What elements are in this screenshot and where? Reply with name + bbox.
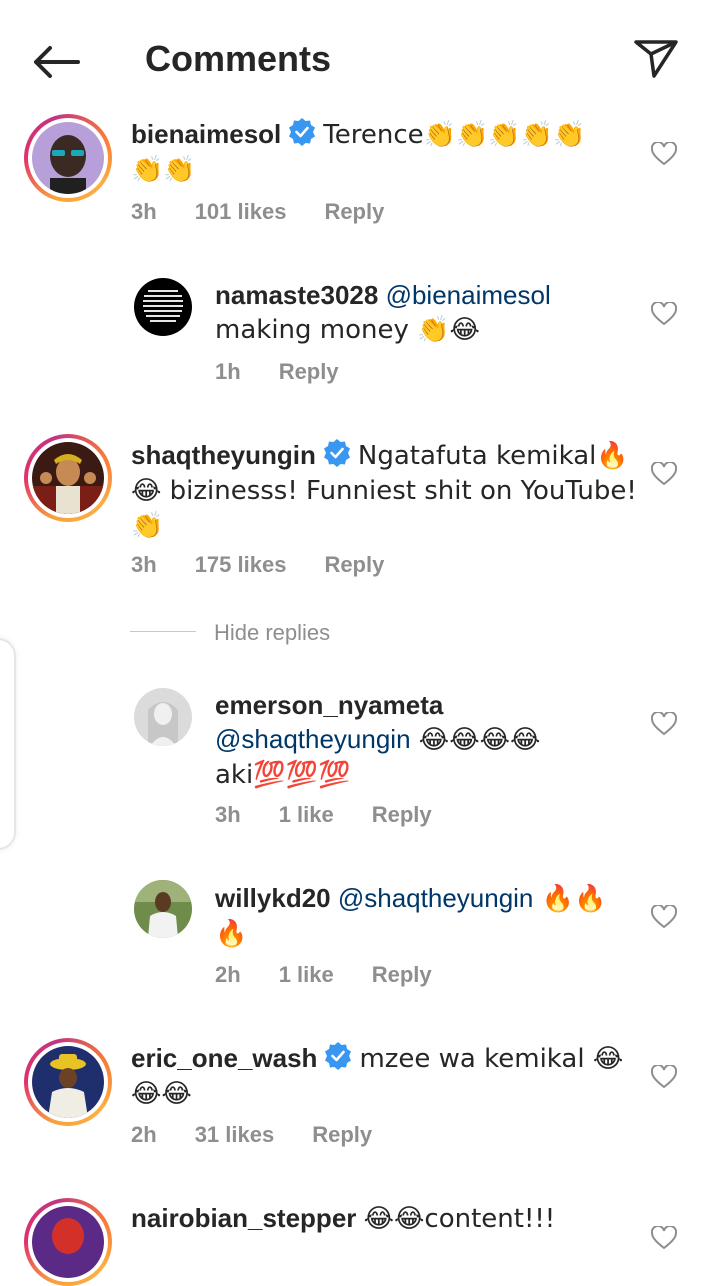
comment-mention[interactable]: @shaqtheyungin bbox=[215, 724, 411, 754]
heart-icon[interactable] bbox=[651, 1226, 677, 1250]
heart-icon[interactable] bbox=[651, 142, 677, 166]
comment-username[interactable]: eric_one_wash bbox=[131, 1043, 317, 1073]
comment-body: emerson_nyameta @shaqtheyungin 😂😂😂😂 aki💯… bbox=[215, 688, 635, 792]
avatar-image bbox=[134, 688, 192, 746]
comment-mention[interactable]: @shaqtheyungin bbox=[338, 883, 534, 913]
comment-text: mzee wa kemikal 😂 bbox=[359, 1044, 624, 1074]
comment-body: eric_one_wash mzee wa kemikal 😂 😂😂 bbox=[131, 1041, 631, 1111]
heart-icon[interactable] bbox=[651, 302, 677, 326]
avatar-image bbox=[32, 1206, 104, 1278]
avatar-image bbox=[32, 442, 104, 514]
comment-body: bienaimesol Terence👏👏👏👏👏 👏👏 bbox=[131, 117, 631, 187]
reply-button[interactable]: Reply bbox=[372, 962, 432, 987]
comment-time: 2h bbox=[131, 1122, 157, 1147]
comment-meta: 2h 1 like Reply bbox=[215, 962, 470, 988]
avatar[interactable] bbox=[134, 688, 192, 751]
comment-text: 😂😂😂😂 bbox=[410, 725, 541, 755]
comment-text-line3: aki💯💯💯 bbox=[215, 760, 351, 790]
comment-likes[interactable]: 175 likes bbox=[195, 552, 287, 577]
reply-button[interactable]: Reply bbox=[372, 802, 432, 827]
comment-time: 3h bbox=[131, 199, 157, 224]
comment-username[interactable]: emerson_nyameta bbox=[215, 690, 443, 720]
verified-icon bbox=[289, 118, 316, 146]
comment-text: making money 👏😂 bbox=[215, 315, 480, 345]
reply-button[interactable]: Reply bbox=[279, 359, 339, 384]
back-arrow-icon[interactable] bbox=[30, 42, 82, 82]
comment-text-line2: 🔥 bbox=[215, 919, 248, 949]
hide-replies-divider bbox=[130, 631, 196, 632]
comment-text: Terence👏👏👏👏👏 bbox=[323, 120, 586, 150]
comment-time: 2h bbox=[215, 962, 241, 987]
avatar[interactable] bbox=[24, 434, 112, 522]
comment-likes[interactable]: 31 likes bbox=[195, 1122, 275, 1147]
heart-icon[interactable] bbox=[651, 905, 677, 929]
comment-text-line2: 😂 bizinesss! Funniest shit on YouTube! bbox=[131, 476, 637, 506]
comment-text: 😂😂content!!! bbox=[363, 1204, 556, 1234]
comment-text: 🔥🔥 bbox=[533, 884, 607, 914]
comment-text-line2: 😂😂 bbox=[131, 1079, 192, 1109]
comment-text-line2: 👏👏 bbox=[131, 155, 196, 185]
comment-username[interactable]: bienaimesol bbox=[131, 119, 281, 149]
page-title: Comments bbox=[145, 38, 332, 79]
avatar-image bbox=[32, 122, 104, 194]
comment-body: willykd20 @shaqtheyungin 🔥🔥 🔥 bbox=[215, 881, 635, 951]
comment-time: 3h bbox=[215, 802, 241, 827]
comment-meta: 1h Reply bbox=[215, 359, 377, 385]
avatar[interactable] bbox=[134, 278, 192, 341]
avatar[interactable] bbox=[24, 114, 112, 202]
comment-body: namaste3028 @bienaimesol making money 👏😂 bbox=[215, 278, 635, 347]
comment-time: 1h bbox=[215, 359, 241, 384]
comment-username[interactable]: namaste3028 bbox=[215, 280, 378, 310]
comment-text: Ngatafuta kemikal🔥 bbox=[357, 441, 629, 471]
comment-body: nairobian_stepper 😂😂content!!! bbox=[131, 1201, 631, 1236]
comment-mention[interactable]: @bienaimesol bbox=[386, 280, 551, 310]
comment-time: 3h bbox=[131, 552, 157, 577]
avatar-image bbox=[134, 278, 192, 336]
reply-button[interactable]: Reply bbox=[324, 552, 384, 577]
comment-likes[interactable]: 101 likes bbox=[195, 199, 287, 224]
comment-username[interactable]: nairobian_stepper bbox=[131, 1203, 356, 1233]
verified-icon bbox=[323, 439, 350, 467]
comment-body: shaqtheyungin Ngatafuta kemikal🔥 😂 bizine… bbox=[131, 438, 651, 543]
verified-icon bbox=[325, 1042, 352, 1070]
share-icon[interactable] bbox=[632, 36, 680, 80]
avatar[interactable] bbox=[24, 1038, 112, 1126]
avatar-image bbox=[32, 1046, 104, 1118]
comment-likes[interactable]: 1 like bbox=[279, 962, 334, 987]
comment-meta: 3h 1 like Reply bbox=[215, 802, 470, 828]
reply-button[interactable]: Reply bbox=[312, 1122, 372, 1147]
side-panel-edge bbox=[0, 638, 16, 850]
comment-meta: 2h 31 likes Reply bbox=[131, 1122, 410, 1148]
heart-icon[interactable] bbox=[651, 712, 677, 736]
comment-username[interactable]: willykd20 bbox=[215, 883, 331, 913]
comment-text-line3: 👏 bbox=[131, 511, 164, 541]
avatar[interactable] bbox=[24, 1198, 112, 1286]
avatar-image bbox=[134, 880, 192, 938]
avatar[interactable] bbox=[134, 880, 192, 943]
comment-meta: 3h 101 likes Reply bbox=[131, 199, 422, 225]
comment-username[interactable]: shaqtheyungin bbox=[131, 440, 316, 470]
reply-button[interactable]: Reply bbox=[324, 199, 384, 224]
comment-likes[interactable]: 1 like bbox=[279, 802, 334, 827]
heart-icon[interactable] bbox=[651, 462, 677, 486]
comment-meta: 3h 175 likes Reply bbox=[131, 552, 422, 578]
heart-icon[interactable] bbox=[651, 1065, 677, 1089]
hide-replies-button[interactable]: Hide replies bbox=[214, 620, 330, 646]
